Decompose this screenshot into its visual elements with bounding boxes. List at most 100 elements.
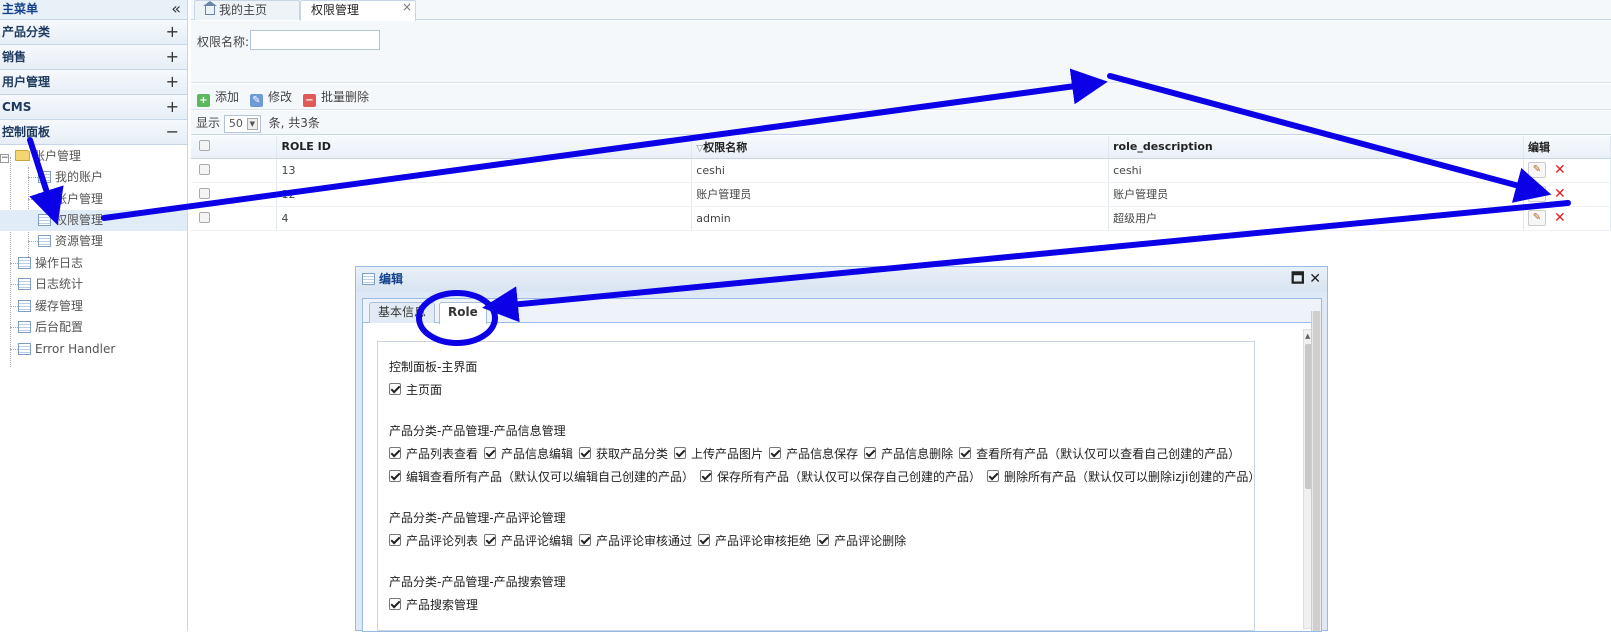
expand-icon[interactable]: + bbox=[166, 20, 179, 44]
tree-item-my-account[interactable]: 我的账户 bbox=[38, 167, 103, 188]
permission-checkbox[interactable]: 上传产品图片 bbox=[674, 443, 763, 466]
col-header-permission-name[interactable]: ▽权限名称 bbox=[691, 136, 1110, 159]
checked-checkbox[interactable] bbox=[674, 447, 687, 459]
tab-home[interactable]: 我的主页 bbox=[194, 0, 300, 20]
checked-checkbox[interactable] bbox=[389, 383, 401, 395]
permission-checkbox[interactable]: 产品信息保存 bbox=[769, 443, 858, 466]
checked-checkbox[interactable] bbox=[987, 470, 1000, 482]
checked-checkbox[interactable] bbox=[700, 470, 713, 482]
permission-checkbox[interactable]: 产品信息删除 bbox=[864, 443, 953, 466]
permission-label: 产品评论审核拒绝 bbox=[715, 534, 812, 548]
row-edit-icon[interactable]: ✎ bbox=[1527, 186, 1546, 202]
permission-label: 查看所有产品（默认仅可以查看自己创建的产品） bbox=[976, 447, 1241, 461]
permission-checkbox[interactable]: 产品信息编辑 bbox=[484, 443, 573, 466]
row-checkbox[interactable] bbox=[199, 163, 210, 175]
permission-checkbox[interactable]: 产品评论审核拒绝 bbox=[698, 530, 811, 553]
tree-label: 账户管理 bbox=[55, 192, 104, 206]
permission-checkbox[interactable]: 产品评论编辑 bbox=[484, 530, 573, 553]
checked-checkbox[interactable] bbox=[389, 447, 401, 459]
col-header-role-description[interactable]: role_description bbox=[1108, 136, 1524, 159]
checked-checkbox[interactable] bbox=[579, 534, 592, 546]
permission-checkbox[interactable]: 主页面 bbox=[389, 379, 442, 402]
close-tab-icon[interactable]: × bbox=[402, 0, 412, 16]
table-row[interactable]: 4 admin 超级用户 ✎ ✕ bbox=[191, 206, 1611, 231]
permission-label: 获取产品分类 bbox=[596, 447, 669, 461]
permission-checkbox[interactable]: 删除所有产品（默认仅可以删除izji创建的产品） bbox=[987, 466, 1254, 489]
row-delete-icon[interactable]: ✕ bbox=[1554, 186, 1566, 202]
checked-checkbox[interactable] bbox=[484, 447, 497, 459]
permission-checkbox[interactable]: 产品评论审核通过 bbox=[579, 530, 692, 553]
permission-checkbox[interactable]: 产品搜索管理 bbox=[389, 594, 478, 617]
accordion-user-management[interactable]: 用户管理 + bbox=[0, 70, 187, 95]
tab-role[interactable]: Role bbox=[439, 302, 487, 324]
tree-item-error-handler[interactable]: Error Handler bbox=[18, 339, 115, 360]
row-delete-icon[interactable]: ✕ bbox=[1554, 210, 1566, 226]
accordion-product-category[interactable]: 产品分类 + bbox=[0, 20, 187, 45]
checked-checkbox[interactable] bbox=[389, 534, 401, 546]
tab-basic-info[interactable]: 基本信息 bbox=[369, 302, 436, 323]
expand-icon[interactable]: + bbox=[166, 95, 179, 119]
select-all-checkbox[interactable] bbox=[191, 136, 278, 159]
page-size-select[interactable]: 50 ▼ bbox=[223, 114, 261, 133]
tab-permission-management[interactable]: 权限管理 × bbox=[300, 0, 416, 21]
tree-folder-account-management[interactable]: − 账户管理 bbox=[0, 146, 81, 167]
dialog-title-bar[interactable]: 编辑 🗖 ✕ bbox=[356, 267, 1327, 292]
tree-item-backend-config[interactable]: 后台配置 bbox=[18, 317, 83, 338]
cell-role-id: 4 bbox=[276, 206, 693, 231]
tree-item-log-statistics[interactable]: 日志统计 bbox=[18, 274, 83, 295]
checked-checkbox[interactable] bbox=[769, 447, 782, 459]
batch-delete-button[interactable]: − 批量删除 bbox=[303, 88, 369, 107]
row-delete-icon[interactable]: ✕ bbox=[1554, 162, 1566, 178]
permission-checkbox[interactable]: 产品列表查看 bbox=[389, 443, 478, 466]
permission-checkbox[interactable]: 产品评论删除 bbox=[817, 530, 906, 553]
checked-checkbox[interactable] bbox=[484, 534, 497, 546]
tree-item-permission-management[interactable]: 权限管理 bbox=[0, 210, 187, 231]
tree-item-cache-management[interactable]: 缓存管理 bbox=[18, 296, 83, 317]
permission-checkbox[interactable]: 保存所有产品（默认仅可以保存自己创建的产品） bbox=[700, 466, 981, 489]
tab-label: 权限管理 bbox=[311, 3, 360, 17]
accordion-cms[interactable]: CMS + bbox=[0, 95, 187, 120]
permission-label: 编辑查看所有产品（默认仅可以编辑自己创建的产品） bbox=[406, 470, 695, 484]
tree-collapse-icon[interactable]: − bbox=[0, 154, 9, 163]
tree-item-operation-log[interactable]: 操作日志 bbox=[18, 253, 83, 274]
checked-checkbox[interactable] bbox=[959, 447, 972, 459]
table-row[interactable]: 13 ceshi ceshi ✎ ✕ bbox=[191, 158, 1611, 183]
row-edit-icon[interactable]: ✎ bbox=[1527, 210, 1546, 226]
tree-label: 缓存管理 bbox=[35, 299, 84, 313]
dialog-scrollbar[interactable] bbox=[1311, 311, 1321, 631]
row-checkbox[interactable] bbox=[199, 187, 210, 199]
col-header-role-id[interactable]: ROLE ID bbox=[276, 136, 693, 159]
edit-button[interactable]: ✎ 修改 bbox=[250, 88, 292, 107]
add-icon: + bbox=[197, 94, 210, 107]
permission-checkbox[interactable]: 编辑查看所有产品（默认仅可以编辑自己创建的产品） bbox=[389, 466, 694, 489]
accordion-control-panel[interactable]: 控制面板 − bbox=[0, 120, 187, 145]
tree-item-account-management[interactable]: 账户管理 bbox=[38, 189, 103, 210]
checked-checkbox[interactable] bbox=[864, 447, 877, 459]
accordion-sales[interactable]: 销售 + bbox=[0, 45, 187, 70]
expand-icon[interactable]: + bbox=[166, 70, 179, 94]
dialog-tabs: 基本信息 Role bbox=[363, 299, 1321, 324]
permission-label: 产品列表查看 bbox=[406, 447, 479, 461]
permission-name-input[interactable] bbox=[250, 30, 380, 50]
permission-checkbox[interactable]: 产品评论列表 bbox=[389, 530, 478, 553]
checked-checkbox[interactable] bbox=[817, 534, 830, 546]
checked-checkbox[interactable] bbox=[698, 534, 711, 546]
permission-group: 产品分类-产品管理-产品搜索管理 产品搜索管理 bbox=[389, 573, 1243, 617]
maximize-icon[interactable]: 🗖 bbox=[1291, 271, 1304, 287]
dropdown-icon[interactable]: ▼ bbox=[246, 117, 258, 130]
collapse-icon[interactable]: − bbox=[166, 120, 179, 144]
close-icon[interactable]: ✕ bbox=[1309, 271, 1321, 287]
row-edit-icon[interactable]: ✎ bbox=[1527, 162, 1546, 178]
table-row[interactable]: 12 账户管理员 账户管理员 ✎ ✕ bbox=[191, 182, 1611, 207]
permission-checkbox[interactable]: 获取产品分类 bbox=[579, 443, 668, 466]
checked-checkbox[interactable] bbox=[389, 470, 401, 482]
add-button[interactable]: + 添加 bbox=[197, 88, 239, 107]
permission-label: 上传产品图片 bbox=[691, 447, 764, 461]
tree-item-resource-management[interactable]: 资源管理 bbox=[38, 231, 103, 252]
checked-checkbox[interactable] bbox=[579, 447, 592, 459]
expand-icon[interactable]: + bbox=[166, 45, 179, 69]
collapse-sidebar-icon[interactable]: « bbox=[171, 0, 181, 18]
checked-checkbox[interactable] bbox=[389, 598, 401, 610]
row-checkbox[interactable] bbox=[199, 211, 210, 223]
permission-checkbox[interactable]: 查看所有产品（默认仅可以查看自己创建的产品） bbox=[959, 443, 1240, 466]
